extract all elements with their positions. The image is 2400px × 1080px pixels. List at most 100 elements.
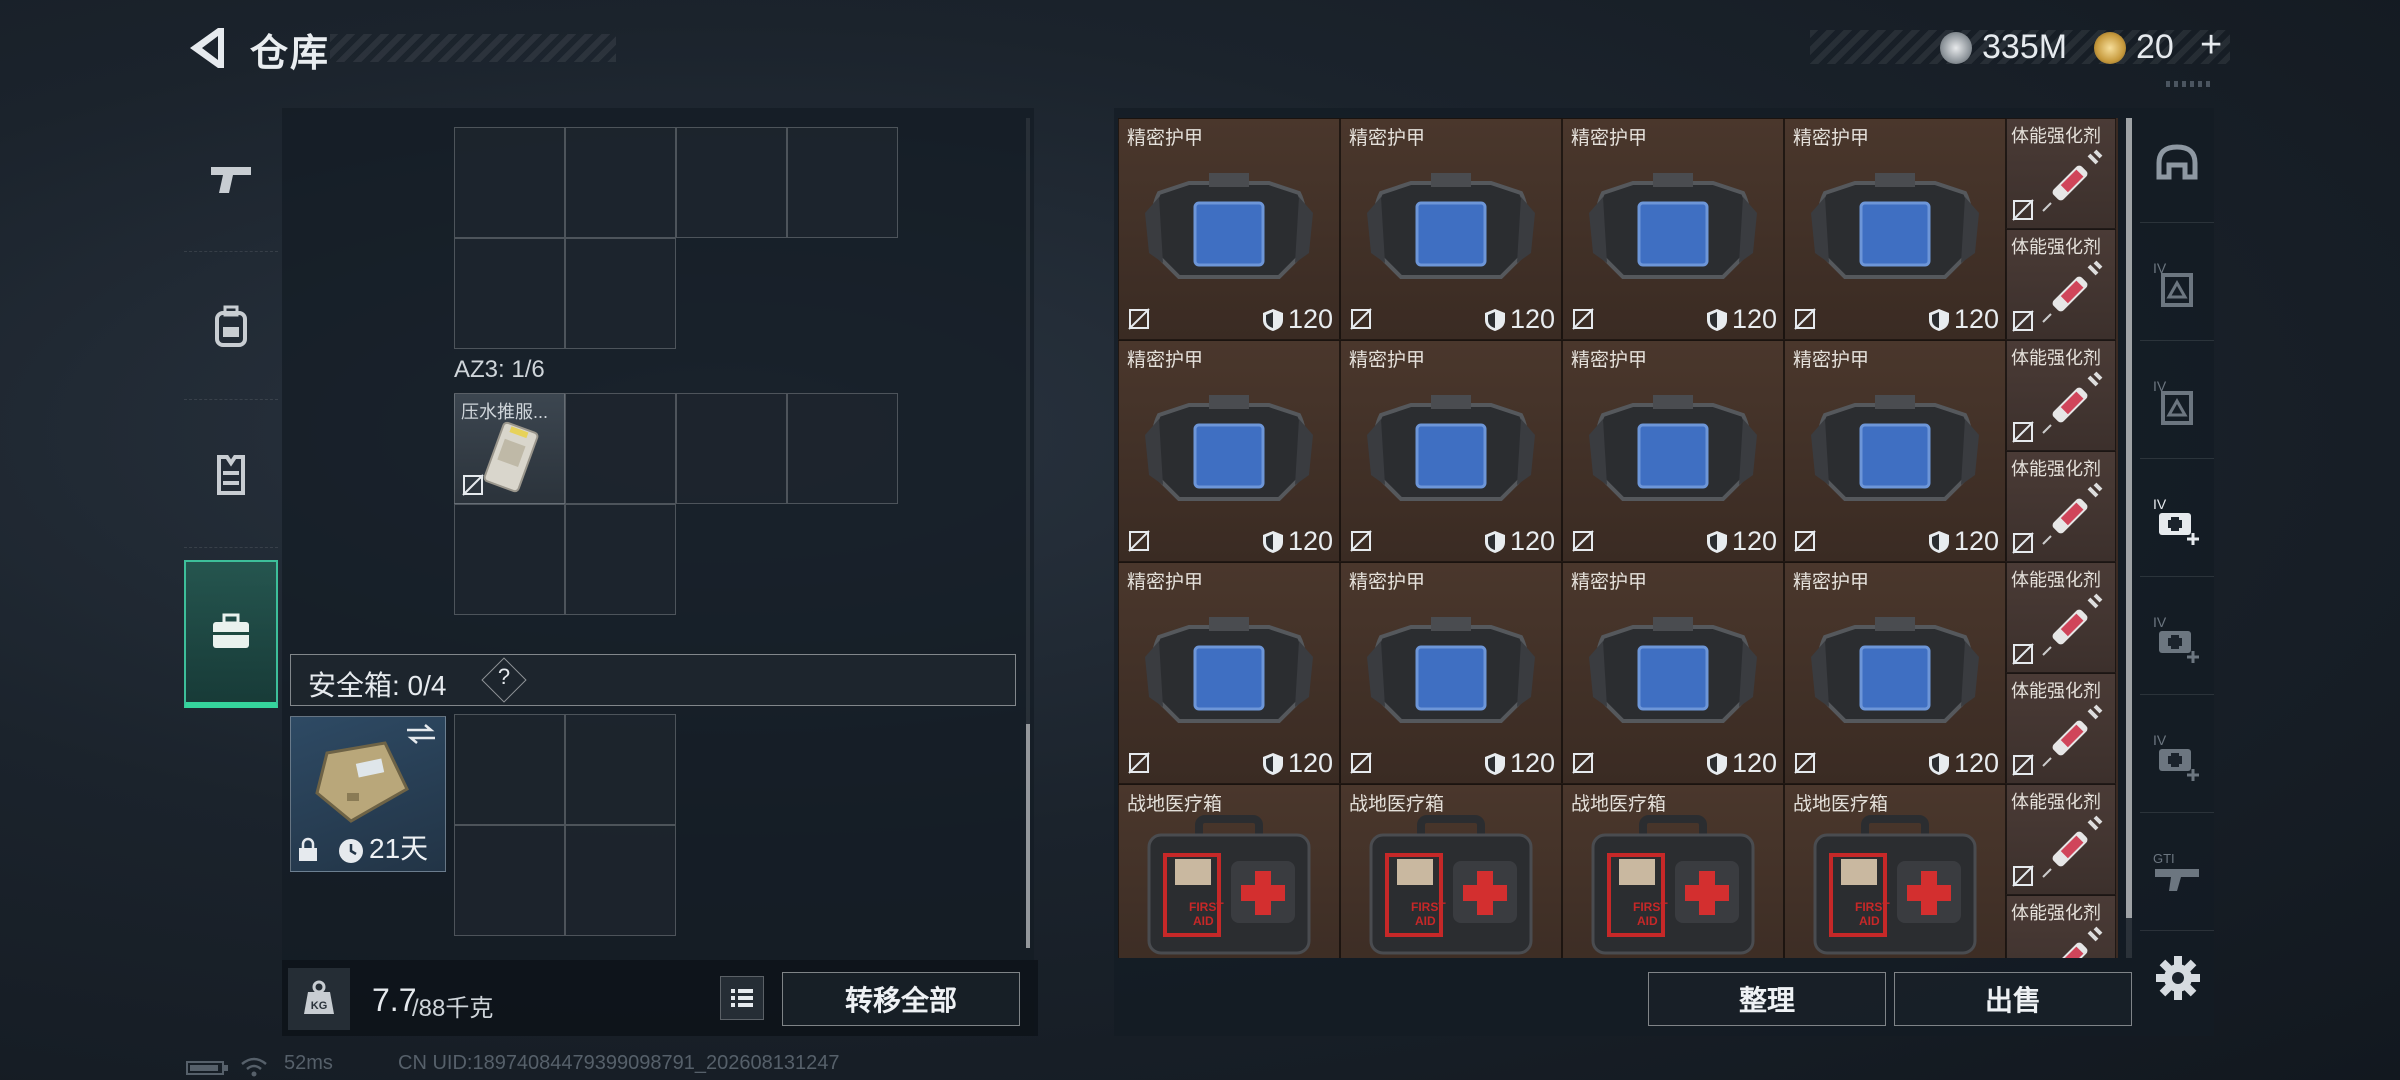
warehouse-item[interactable]: 精密护甲 120 [1784,118,2006,340]
silver-coin-icon [1940,32,1972,64]
grid-slot[interactable] [565,504,676,615]
safebox-slot[interactable] [454,714,565,825]
warehouse-item[interactable]: 战地医疗箱 FIRST AID [1340,784,1562,958]
warehouse-grid: 精密护甲 120 精密护甲 120 精密护甲 120 精密护甲 120 精密护甲 120 精密护甲 1… [1118,118,2118,958]
grid-slot[interactable] [565,127,676,238]
storage-tab[interactable]: IV [2140,230,2214,341]
warehouse-item[interactable]: 精密护甲 120 [1118,340,1340,562]
durability: 120 [1706,748,1777,779]
armor-icon [1589,173,1757,279]
list-view-button[interactable] [720,976,764,1020]
no-drop-icon [1794,308,1816,330]
warehouse-item[interactable]: 精密护甲 120 [1562,340,1784,562]
svg-text:GTI: GTI [2153,851,2175,866]
gold-coin-icon [2094,32,2126,64]
grid-slot[interactable] [787,393,898,504]
warehouse-item[interactable]: 精密护甲 120 [1562,562,1784,784]
durability-shield-icon [1262,752,1283,775]
warehouse-item[interactable]: 精密护甲 120 [1784,562,2006,784]
weight-kg-icon: KG [304,980,334,1014]
category-vest[interactable] [184,402,278,548]
safebox-item[interactable]: 21天 [290,716,446,872]
back-button[interactable] [180,20,230,76]
left-scrollbar-thumb[interactable] [1026,724,1030,948]
add-currency-button[interactable]: + [2200,24,2222,67]
svg-text:FIRST: FIRST [1189,900,1224,914]
stim-item[interactable]: 体能强化剂 [2006,562,2116,673]
list-icon [731,989,753,1007]
vest-icon [217,454,245,495]
durability-value: 120 [1287,304,1333,334]
storage-tab[interactable]: IV [2140,466,2214,577]
warehouse-scrollbar-thumb[interactable] [2126,118,2132,918]
warehouse-item[interactable]: 精密护甲 120 [1340,562,1562,784]
container-item[interactable]: 压水推服... [454,393,565,504]
stim-item[interactable]: 体能强化剂 [2006,118,2116,229]
stim-item[interactable]: 体能强化剂 [2006,895,2116,958]
stim-item[interactable]: 体能强化剂 [2006,229,2116,340]
safebox-slot[interactable] [565,714,676,825]
durability-shield-icon [1928,752,1949,775]
item-name: 战地医疗箱 [1349,794,1445,815]
armor-icon [1145,173,1313,279]
swap-icon[interactable] [405,723,437,745]
durability-value: 120 [1509,304,1555,334]
warehouse-item[interactable]: 战地医疗箱 FIRST AID [1118,784,1340,958]
first-aid-kit-icon: FIRSTAID [1147,815,1311,955]
grid-slot[interactable] [676,127,787,238]
no-drop-icon [1572,530,1594,552]
safebox-help-button[interactable]: ? [494,664,514,690]
warehouse-item[interactable]: 精密护甲 120 [1340,340,1562,562]
storage-tab[interactable]: IV [2140,702,2214,813]
warehouse-item[interactable]: 精密护甲 120 [1784,340,2006,562]
durability-value: 120 [1953,748,1999,778]
safebox-slot[interactable] [454,825,565,936]
grid-slot[interactable] [454,504,565,615]
no-drop-icon [1350,308,1372,330]
transfer-all-button[interactable]: 转移全部 [782,972,1020,1026]
first-aid-kit-icon: FIRSTAID [1591,815,1755,955]
durability-value: 120 [1731,304,1777,334]
category-backpack[interactable] [184,254,278,400]
stim-item[interactable]: 体能强化剂 [2006,784,2116,895]
no-drop-icon [1128,308,1150,330]
grid-slot[interactable] [454,238,565,349]
category-weapons[interactable] [184,106,278,252]
warehouse-item[interactable]: 精密护甲 120 [1118,562,1340,784]
durability-shield-icon [1706,530,1727,553]
storage-tab[interactable]: IV [2140,584,2214,695]
warehouse-item[interactable]: 精密护甲 120 [1562,118,1784,340]
durability: 120 [1928,526,1999,557]
storage-tab[interactable] [2140,112,2214,223]
warehouse-item[interactable]: 战地医疗箱 FIRST AID [1562,784,1784,958]
armor-icon [1589,395,1757,501]
category-toolbox[interactable] [184,560,278,708]
storage-tab[interactable]: IV [2140,348,2214,459]
grid-slot[interactable] [787,127,898,238]
sort-button[interactable]: 整理 [1648,972,1886,1026]
grid-slot[interactable] [565,393,676,504]
lock-icon [299,837,317,861]
safebox-grid [454,714,676,936]
durability-shield-icon [1484,752,1505,775]
warehouse-item[interactable]: 精密护甲 120 [1118,118,1340,340]
warehouse-item[interactable]: 精密护甲 120 [1340,118,1562,340]
first-aid-kit-icon: FIRSTAID [1369,815,1533,955]
item-name: 精密护甲 [1127,128,1204,149]
grid-slot[interactable] [565,238,676,349]
grid-slot[interactable] [676,393,787,504]
stim-item[interactable]: 体能强化剂 [2006,340,2116,451]
helmet-icon [2156,144,2198,180]
stim-item[interactable]: 体能强化剂 [2006,451,2116,562]
svg-text:KG: KG [311,1000,328,1012]
settings-button[interactable] [2150,950,2206,1006]
stim-item[interactable]: 体能强化剂 [2006,673,2116,784]
grid-slot[interactable] [454,127,565,238]
warehouse-item[interactable]: 战地医疗箱 FIRST AID [1784,784,2006,958]
sell-button[interactable]: 出售 [1894,972,2132,1026]
storage-tab[interactable]: GTI [2140,820,2214,931]
safebox-slot[interactable] [565,825,676,936]
safebox-capacity: 安全箱: 0/4 [308,670,447,701]
pistol-icon [211,166,251,193]
durability-shield-icon [1484,530,1505,553]
